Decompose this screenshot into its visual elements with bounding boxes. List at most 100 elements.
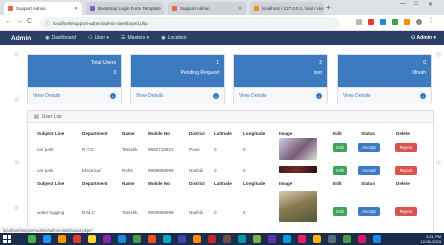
column-header: Department bbox=[82, 131, 108, 136]
cell-longitude: 0 bbox=[243, 147, 246, 152]
cell-district: Nashik bbox=[189, 168, 204, 173]
taskbar-app-icon[interactable] bbox=[148, 235, 156, 243]
taskbar-app-icon[interactable] bbox=[298, 235, 306, 243]
taskbar-app-icon[interactable] bbox=[88, 235, 96, 243]
extension-icon[interactable] bbox=[404, 19, 410, 25]
cell-longitude: 0 bbox=[243, 168, 246, 173]
taskbar-app-icon[interactable] bbox=[43, 235, 51, 243]
taskbar-app-icon[interactable] bbox=[103, 235, 111, 243]
taskbar-app-icon[interactable] bbox=[223, 235, 231, 243]
admin-menu[interactable]: ⚇ Admin ▾ bbox=[411, 35, 436, 41]
stat-card-fresh: 0 0fresh View Details › bbox=[337, 54, 432, 104]
user-image-thumbnail[interactable] bbox=[279, 138, 317, 160]
extension-icon[interactable] bbox=[356, 19, 362, 25]
column-header: Delete bbox=[396, 181, 410, 186]
reject-button[interactable]: Reject bbox=[395, 207, 417, 216]
taskbar-app-icon[interactable] bbox=[133, 235, 141, 243]
browser-tab-3[interactable]: Support Admin ✕ bbox=[168, 2, 246, 15]
column-header: Image bbox=[279, 131, 293, 136]
edit-button[interactable]: Edit bbox=[333, 166, 347, 175]
page-decoration bbox=[436, 52, 441, 57]
view-details-link[interactable]: View Details › bbox=[131, 87, 224, 104]
windows-start-icon[interactable] bbox=[3, 235, 11, 243]
close-window-button[interactable]: ✕ bbox=[428, 1, 433, 8]
taskbar-app-icon[interactable] bbox=[268, 235, 276, 243]
nav-label: Masters ▾ bbox=[127, 35, 150, 41]
browser-tab-2[interactable]: Bootstrap Login Form Template ✕ bbox=[86, 2, 164, 15]
edit-button[interactable]: Edit bbox=[333, 207, 347, 216]
view-details-link[interactable]: View Details › bbox=[338, 87, 431, 104]
taskbar-app-icon[interactable] bbox=[253, 235, 261, 243]
info-icon[interactable]: ⓘ bbox=[45, 20, 50, 27]
card-value: 3 bbox=[113, 70, 116, 76]
nav-masters[interactable]: ☰ Masters ▾ bbox=[121, 35, 149, 41]
user-image-thumbnail[interactable] bbox=[279, 191, 317, 222]
taskbar-app-icon[interactable] bbox=[163, 235, 171, 243]
card-label: Total Users bbox=[90, 60, 116, 66]
menu-icon[interactable]: ⋮ bbox=[428, 17, 434, 24]
user-list-panel: ▤ User List Subject Line Department Name… bbox=[27, 110, 434, 238]
cell-longitude: 0 bbox=[243, 210, 246, 215]
new-tab-button[interactable]: + bbox=[326, 3, 331, 12]
nav-user[interactable]: ⚇ User ▾ bbox=[88, 35, 109, 41]
taskbar-clock[interactable]: 3:21 PM 12-06-2023 bbox=[421, 234, 441, 244]
view-details-link[interactable]: View Details › bbox=[234, 87, 327, 104]
minimize-window-button[interactable]: — bbox=[400, 1, 406, 7]
browser-tab-1[interactable]: Support Admin ✕ bbox=[4, 2, 82, 15]
taskbar-app-icon[interactable] bbox=[28, 235, 36, 243]
close-tab-icon[interactable]: ✕ bbox=[161, 6, 165, 12]
column-header: Name bbox=[122, 131, 135, 136]
extension-icon[interactable] bbox=[392, 19, 398, 25]
taskbar-app-icon[interactable] bbox=[313, 235, 321, 243]
extension-icon[interactable] bbox=[380, 19, 386, 25]
view-details-link[interactable]: View Details › bbox=[28, 87, 121, 104]
maximize-window-button[interactable]: □ bbox=[414, 1, 418, 7]
table-icon: ▤ bbox=[34, 113, 39, 120]
taskbar-app-icon[interactable] bbox=[73, 235, 81, 243]
taskbar-app-icon[interactable] bbox=[373, 235, 381, 243]
taskbar-app-icon[interactable] bbox=[343, 235, 351, 243]
taskbar-app-icon[interactable] bbox=[238, 235, 246, 243]
edit-button[interactable]: Edit bbox=[333, 143, 347, 152]
close-tab-icon[interactable]: ✕ bbox=[235, 6, 242, 12]
cell-department: R.T.O bbox=[82, 147, 94, 152]
card-value: 2 bbox=[319, 60, 322, 66]
accept-button[interactable]: Accept bbox=[358, 166, 380, 175]
os-taskbar: 3:21 PM 12-06-2023 bbox=[0, 233, 444, 245]
taskbar-app-icon[interactable] bbox=[208, 235, 216, 243]
taskbar-app-icon[interactable] bbox=[118, 235, 126, 243]
column-header: Image bbox=[279, 181, 293, 186]
forward-button[interactable]: → bbox=[16, 18, 23, 25]
browser-tab-4[interactable]: localhost / 127.0.0.1 / test / reo ✕ bbox=[250, 2, 324, 15]
close-tab-icon[interactable]: ✕ bbox=[71, 6, 78, 12]
accept-button[interactable]: Accept bbox=[358, 207, 380, 216]
stat-card-test: 2 test View Details › bbox=[233, 54, 328, 104]
address-bar[interactable]: ⓘ localhost/support-admin/admin-dashboar… bbox=[40, 17, 340, 29]
reject-button[interactable]: Reject bbox=[395, 143, 417, 152]
address-url: localhost/support-admin/admin-dashboard.… bbox=[53, 20, 148, 26]
reload-button[interactable]: C bbox=[27, 18, 32, 25]
brand-title[interactable]: Admin bbox=[11, 35, 31, 42]
back-button[interactable]: ← bbox=[5, 18, 12, 25]
column-header: Mobile No bbox=[148, 131, 170, 136]
nav-dashboard[interactable]: ◉ Dashboard bbox=[45, 35, 76, 41]
extension-icon[interactable] bbox=[368, 19, 374, 25]
taskbar-app-icon[interactable] bbox=[193, 235, 201, 243]
column-header: District bbox=[189, 181, 205, 186]
taskbar-app-icon[interactable] bbox=[358, 235, 366, 243]
cell-subject: car park bbox=[37, 168, 54, 173]
arrow-right-icon: › bbox=[213, 93, 219, 99]
taskbar-app-icon[interactable] bbox=[283, 235, 291, 243]
browser-tab-strip: Support Admin ✕ Bootstrap Login Form Tem… bbox=[0, 0, 444, 15]
cell-department: Electrical bbox=[82, 168, 101, 173]
cell-latitude: 0 bbox=[214, 210, 217, 215]
nav-location[interactable]: ◉ Location bbox=[161, 35, 186, 41]
user-image-thumbnail[interactable] bbox=[279, 166, 317, 173]
taskbar-app-icon[interactable] bbox=[328, 235, 336, 243]
taskbar-app-icon[interactable] bbox=[178, 235, 186, 243]
reject-button[interactable]: Reject bbox=[395, 166, 417, 175]
profile-icon[interactable] bbox=[416, 19, 422, 25]
taskbar-app-icon[interactable] bbox=[58, 235, 66, 243]
column-header: Subject Line bbox=[37, 131, 65, 136]
accept-button[interactable]: Accept bbox=[358, 143, 380, 152]
